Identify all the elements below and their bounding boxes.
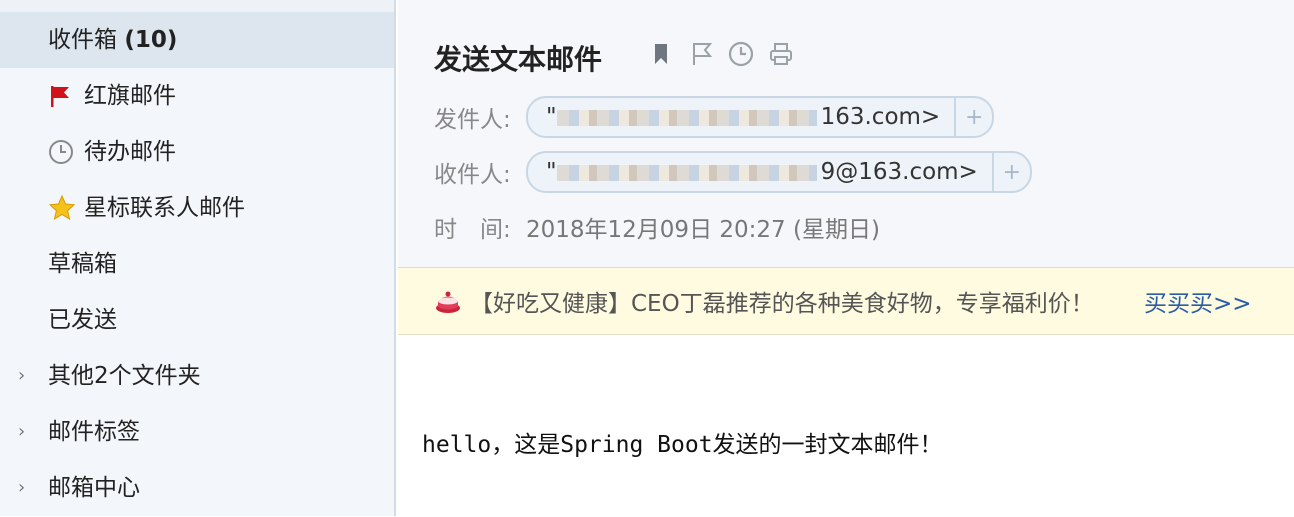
sidebar-item-label: 邮箱中心 xyxy=(48,475,140,501)
sidebar-item-label: 草稿箱 xyxy=(48,251,117,277)
recipient-address-suffix: 9@163.com> xyxy=(820,159,978,185)
sidebar-item-label: 红旗邮件 xyxy=(84,83,176,109)
message-body-text: hello，这是Spring Boot发送的一封文本邮件！ xyxy=(422,432,943,458)
sidebar-item-inbox[interactable]: 收件箱 (10) xyxy=(0,12,394,68)
sender-address-suffix: 163.com> xyxy=(820,104,941,130)
sidebar-item-sent[interactable]: 已发送 xyxy=(0,292,394,348)
bookmark-icon[interactable] xyxy=(648,40,674,68)
chevron-right-icon[interactable]: › xyxy=(18,404,25,460)
cake-icon xyxy=(434,287,462,315)
sender-address[interactable]: " 163.com> xyxy=(528,98,957,136)
recipient-row: 收件人: " 9@163.com> + xyxy=(434,151,1032,193)
clock-icon xyxy=(48,124,76,180)
message-body: hello，这是Spring Boot发送的一封文本邮件！ xyxy=(398,335,1294,517)
star-icon xyxy=(48,180,76,236)
ad-link[interactable]: 买买买>> xyxy=(1144,284,1252,318)
chevron-right-icon[interactable]: › xyxy=(18,348,25,404)
clock-icon[interactable] xyxy=(728,40,754,68)
sidebar-item-label: 星标联系人邮件 xyxy=(84,195,245,221)
chevron-right-icon[interactable]: › xyxy=(18,460,25,516)
message-actions xyxy=(648,40,794,68)
sender-chip[interactable]: " 163.com> + xyxy=(526,96,995,138)
sidebar-item-label: 待办邮件 xyxy=(84,139,176,165)
sidebar-item-starred-contacts[interactable]: 星标联系人邮件 xyxy=(0,180,394,236)
message-subject: 发送文本邮件 xyxy=(434,43,603,76)
ad-banner: 【好吃又健康】CEO丁磊推荐的各种美食好物，专享福利价！ 买买买>> xyxy=(398,268,1294,335)
unread-count: (10) xyxy=(124,27,178,53)
sidebar-top-edge xyxy=(0,0,394,12)
sidebar-item-todo[interactable]: 待办邮件 xyxy=(0,124,394,180)
sidebar-item-mail-tags[interactable]: › 邮件标签 xyxy=(0,404,394,460)
sidebar-item-other-folders[interactable]: › 其他2个文件夹 xyxy=(0,348,394,404)
recipient-chip[interactable]: " 9@163.com> + xyxy=(526,151,1032,193)
sender-address-prefix: " xyxy=(546,104,557,130)
time-label: 时 间: xyxy=(434,217,511,243)
sidebar-item-label: 收件箱 xyxy=(48,27,117,53)
recipient-address[interactable]: " 9@163.com> xyxy=(528,153,994,191)
recipient-label: 收件人: xyxy=(434,162,511,188)
sidebar-item-label: 已发送 xyxy=(48,307,117,333)
sender-row: 发件人: " 163.com> + xyxy=(434,96,995,138)
sidebar-item-red-flag[interactable]: 红旗邮件 xyxy=(0,68,394,124)
red-flag-icon xyxy=(48,68,76,124)
ad-text: 【好吃又健康】CEO丁磊推荐的各种美食好物，专享福利价！ xyxy=(470,291,1094,317)
sidebar-item-label: 其他2个文件夹 xyxy=(48,363,201,389)
time-value: 2018年12月09日 20:27 (星期日) xyxy=(526,217,880,243)
sidebar-item-label: 邮件标签 xyxy=(48,419,140,445)
sender-label: 发件人: xyxy=(434,107,511,133)
blurred-region xyxy=(556,109,817,126)
print-icon[interactable] xyxy=(768,40,794,68)
add-contact-button[interactable]: + xyxy=(994,160,1030,185)
time-row: 时 间: 2018年12月09日 20:27 (星期日) xyxy=(434,210,880,244)
message-header: 发送文本邮件 发件人: " 163.com> + 收件人: " 9@163.co… xyxy=(398,0,1294,268)
sidebar: 收件箱 (10) 红旗邮件 待办邮件 星标联系人邮件 草稿箱 已发送 › 其他2… xyxy=(0,0,396,516)
flag-icon[interactable] xyxy=(688,40,714,68)
message-view: 发送文本邮件 发件人: " 163.com> + 收件人: " 9@163.co… xyxy=(398,0,1294,517)
sidebar-item-drafts[interactable]: 草稿箱 xyxy=(0,236,394,292)
blurred-region xyxy=(556,164,817,181)
add-contact-button[interactable]: + xyxy=(956,105,992,130)
sidebar-item-mailbox-center[interactable]: › 邮箱中心 xyxy=(0,460,394,516)
mail-app: 收件箱 (10) 红旗邮件 待办邮件 星标联系人邮件 草稿箱 已发送 › 其他2… xyxy=(0,0,1294,517)
recipient-address-prefix: " xyxy=(546,159,557,185)
